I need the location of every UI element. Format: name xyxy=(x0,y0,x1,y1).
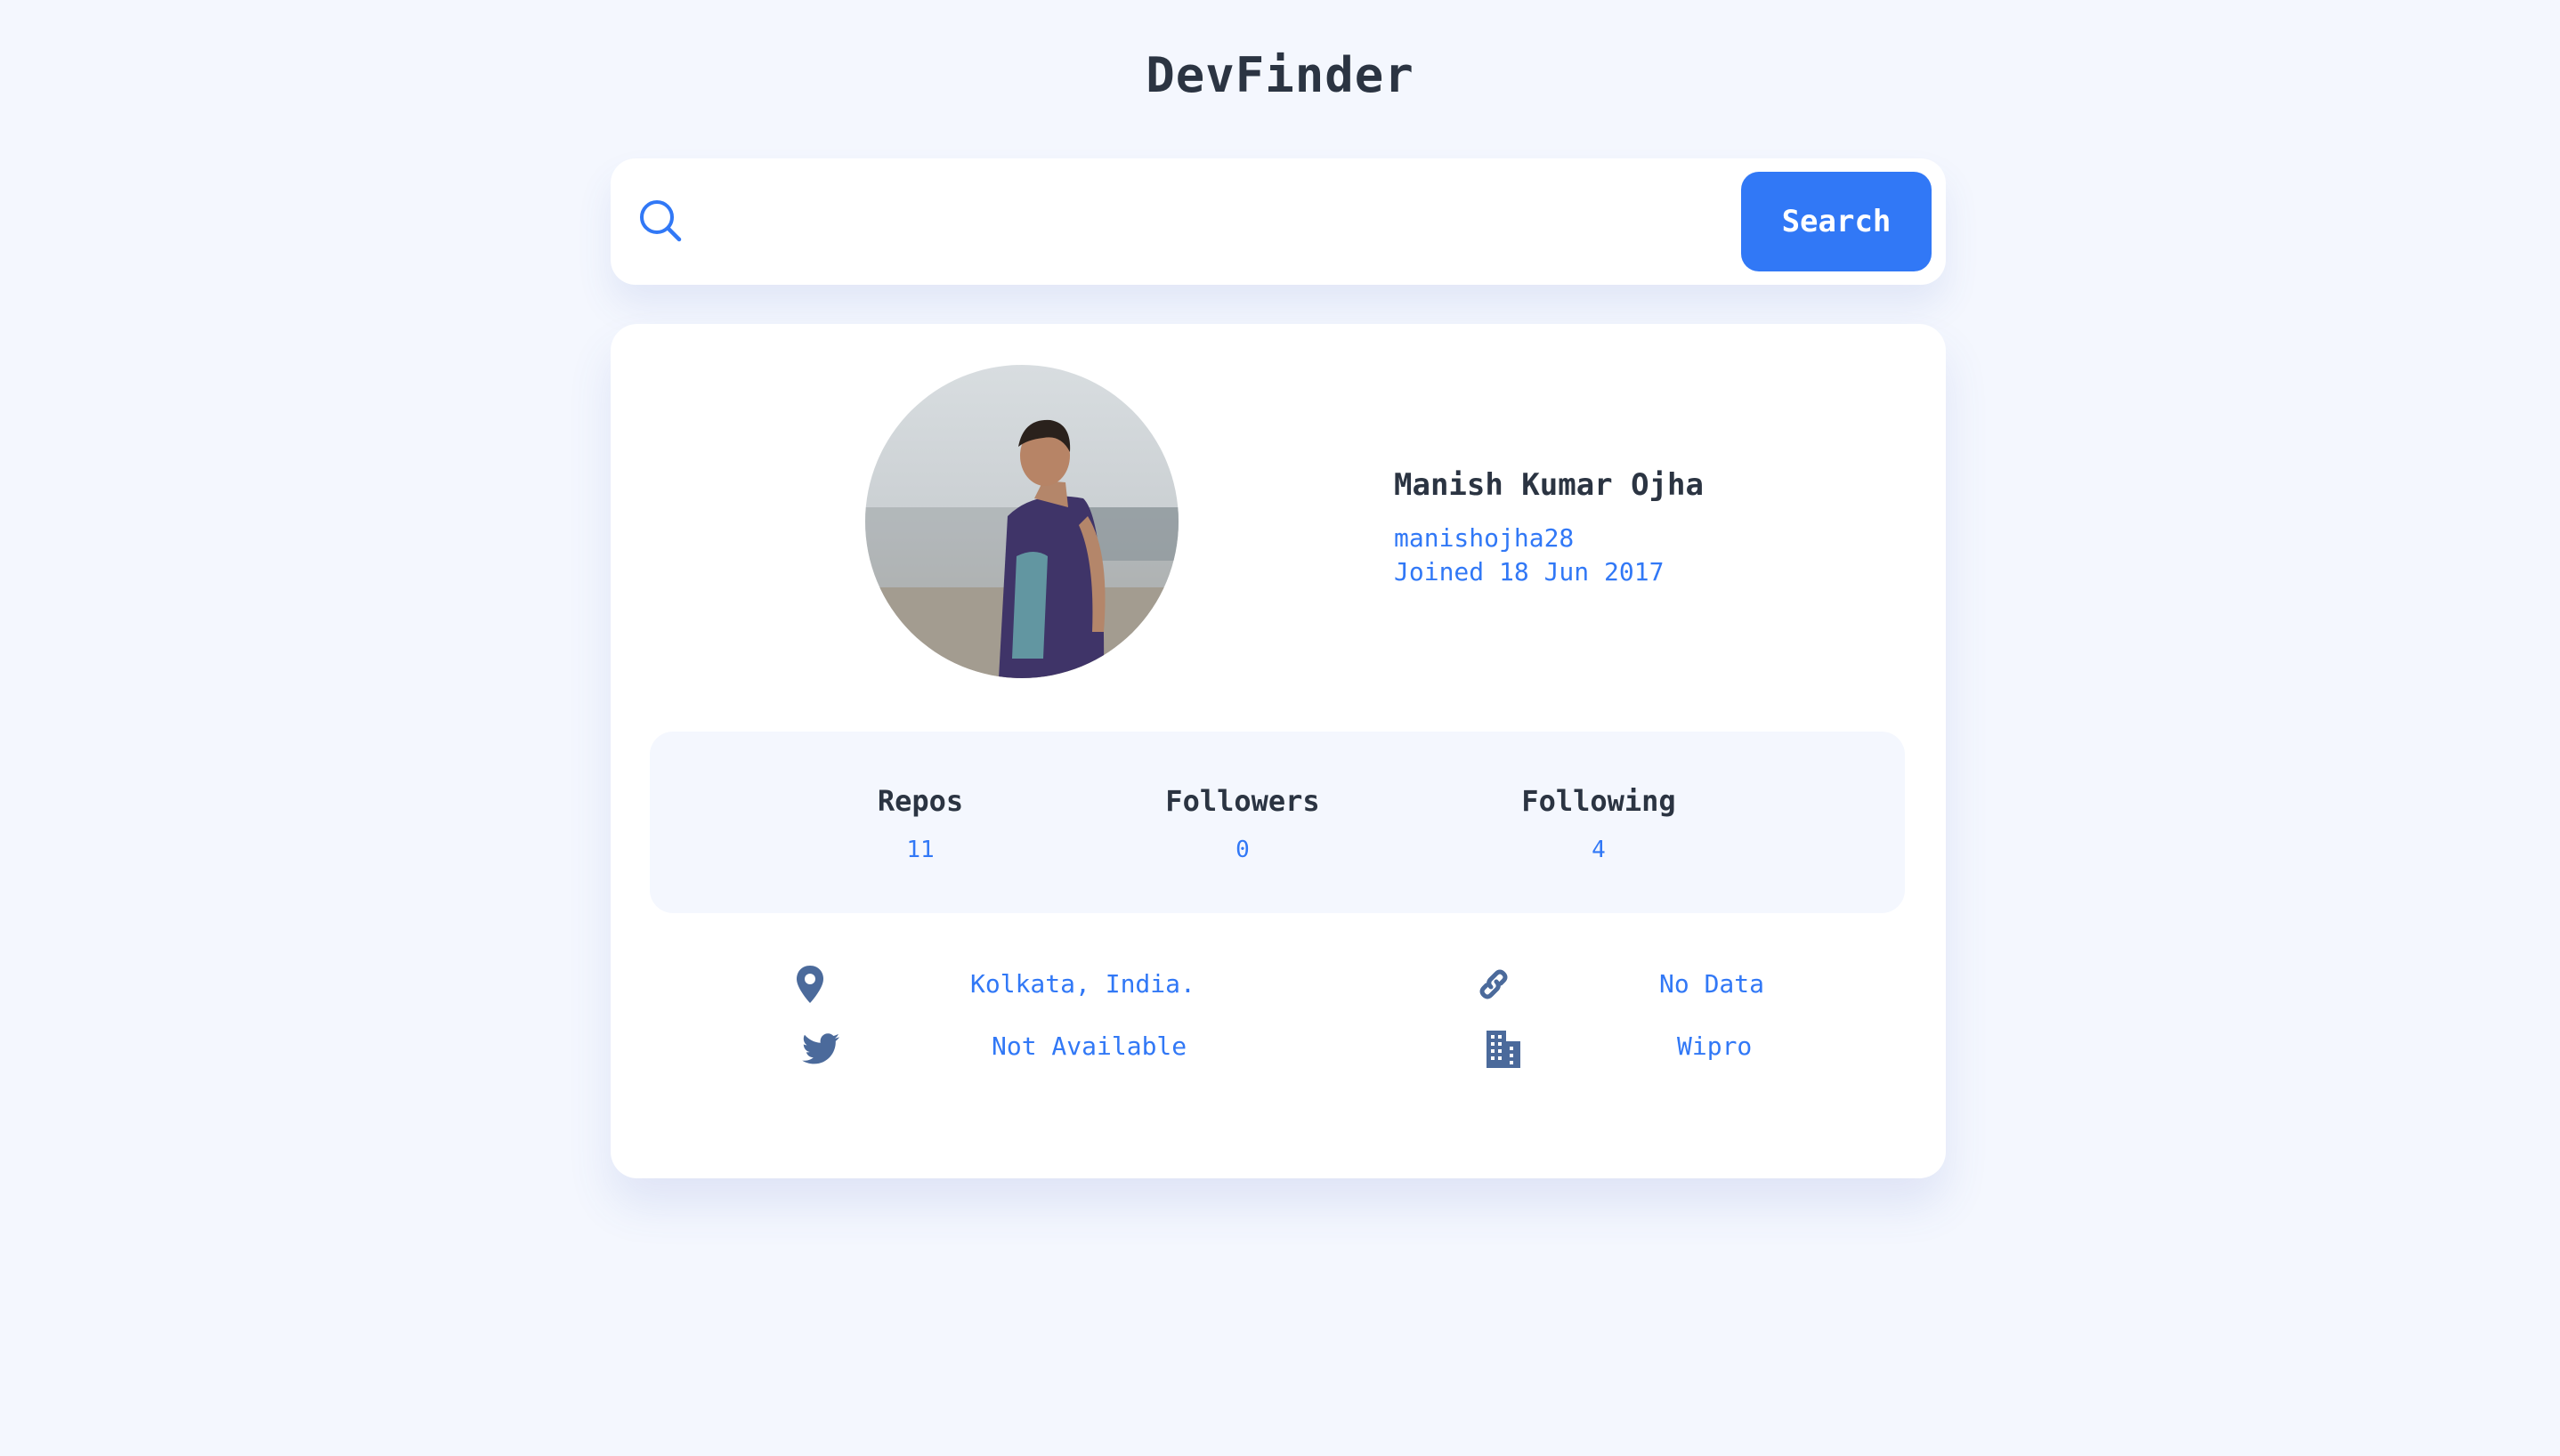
search-input[interactable] xyxy=(709,183,1442,262)
stat-repos-value: 11 xyxy=(906,837,935,863)
map-pin-icon xyxy=(789,963,831,1006)
stat-repos-label: Repos xyxy=(877,784,964,818)
twitter-icon xyxy=(799,1027,842,1070)
user-login[interactable]: manishojha28 xyxy=(1394,522,1704,555)
stat-followers: Followers 0 xyxy=(1165,783,1319,865)
search-bar: Search xyxy=(611,158,1946,285)
stat-followers-value: 0 xyxy=(1235,837,1250,863)
stat-following-value: 4 xyxy=(1592,837,1606,863)
location-text: Kolkata, India. xyxy=(970,969,1195,999)
user-info: Manish Kumar Ojha manishojha28 Joined 18… xyxy=(1394,466,1704,589)
user-name: Manish Kumar Ojha xyxy=(1394,467,1704,503)
profile-card: Manish Kumar Ojha manishojha28 Joined 18… xyxy=(611,324,1946,1178)
stat-followers-label: Followers xyxy=(1165,784,1320,818)
company-text: Wipro xyxy=(1677,1031,1753,1061)
building-icon xyxy=(1483,1027,1526,1070)
twitter-text: Not Available xyxy=(992,1031,1187,1061)
stat-following: Following 4 xyxy=(1521,783,1675,865)
website-text[interactable]: No Data xyxy=(1659,968,1764,1000)
search-button[interactable]: Search xyxy=(1741,172,1932,271)
app-title: DevFinder xyxy=(1146,47,1414,103)
avatar xyxy=(865,365,1179,678)
search-icon xyxy=(637,198,685,246)
stat-repos: Repos 11 xyxy=(878,783,963,865)
stat-following-label: Following xyxy=(1521,784,1676,818)
join-date: Joined 18 Jun 2017 xyxy=(1394,557,1665,586)
link-icon xyxy=(1472,963,1515,1006)
stats-panel: Repos 11 Followers 0 Following 4 xyxy=(650,732,1905,913)
